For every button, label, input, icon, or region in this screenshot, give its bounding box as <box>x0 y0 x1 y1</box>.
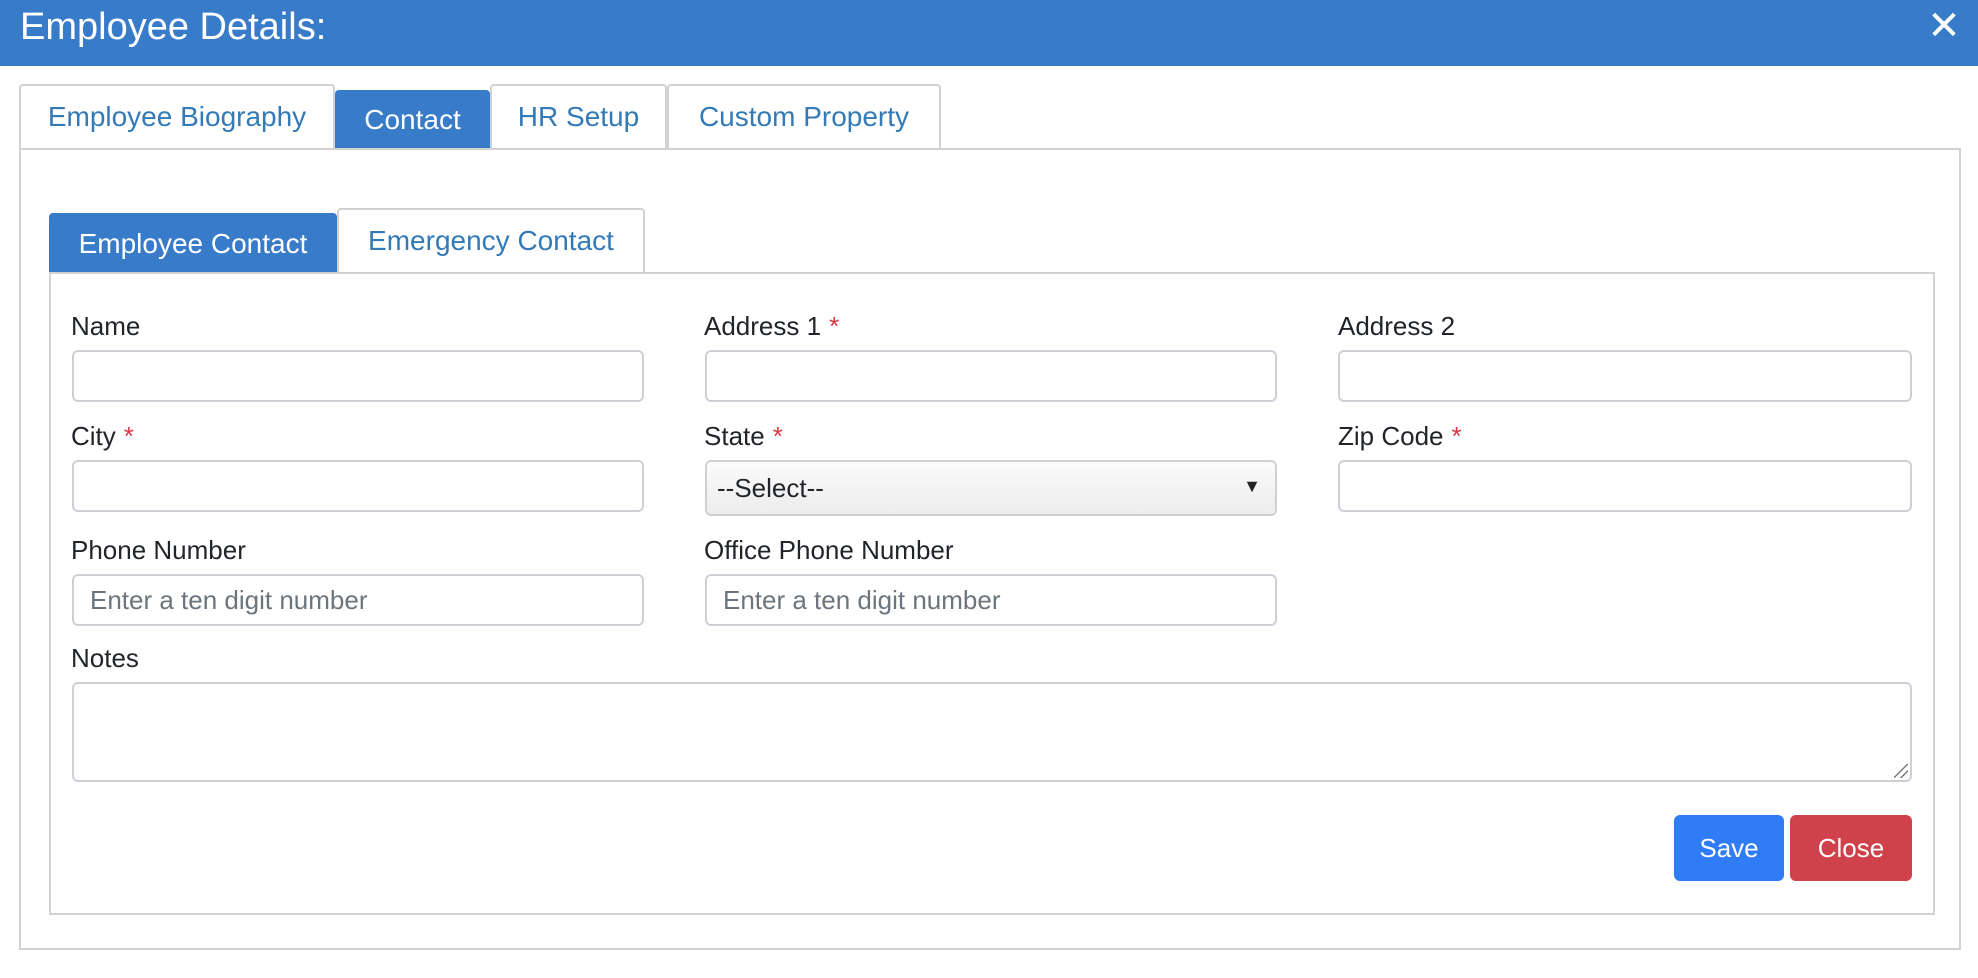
tab-hr-setup[interactable]: HR Setup <box>490 84 667 148</box>
office-phone-label: Office Phone Number <box>704 535 954 565</box>
name-label: Name <box>71 311 141 341</box>
notes-textarea[interactable] <box>72 682 1912 782</box>
resize-grip-icon[interactable] <box>1894 764 1908 778</box>
required-marker: * <box>123 421 134 451</box>
address2-input[interactable] <box>1338 350 1912 402</box>
dropdown-arrow-icon: ▼ <box>1243 476 1261 496</box>
close-icon[interactable]: ✕ <box>1926 6 1962 46</box>
close-button[interactable]: Close <box>1790 815 1912 881</box>
address1-input[interactable] <box>705 350 1277 402</box>
phone-label: Phone Number <box>71 535 246 565</box>
employee-details-dialog: Employee Details: ✕ Employee Biography C… <box>0 0 1978 978</box>
tab-employee-biography[interactable]: Employee Biography <box>19 84 335 148</box>
zip-label: Zip Code * <box>1338 421 1462 451</box>
address2-label: Address 2 <box>1338 311 1456 341</box>
subtab-emergency-contact[interactable]: Emergency Contact <box>337 208 645 272</box>
dialog-title: Employee Details: <box>20 6 327 48</box>
save-button[interactable]: Save <box>1674 815 1784 881</box>
tab-contact[interactable]: Contact <box>335 90 490 148</box>
state-selected-value: --Select-- <box>717 472 824 503</box>
city-label: City * <box>71 421 134 451</box>
phone-input[interactable] <box>72 574 644 626</box>
required-marker: * <box>772 421 783 451</box>
state-select[interactable]: --Select-- ▼ <box>705 460 1277 516</box>
zip-input[interactable] <box>1338 460 1912 512</box>
required-marker: * <box>829 311 840 341</box>
tab-custom-property[interactable]: Custom Property <box>667 84 941 148</box>
office-phone-input[interactable] <box>705 574 1277 626</box>
notes-label: Notes <box>71 643 139 673</box>
state-label: State * <box>704 421 783 451</box>
dialog-header: Employee Details: ✕ <box>0 0 1978 66</box>
subtab-employee-contact[interactable]: Employee Contact <box>49 213 337 272</box>
city-input[interactable] <box>72 460 644 512</box>
address1-label: Address 1 * <box>704 311 840 341</box>
name-input[interactable] <box>72 350 644 402</box>
required-marker: * <box>1451 421 1462 451</box>
